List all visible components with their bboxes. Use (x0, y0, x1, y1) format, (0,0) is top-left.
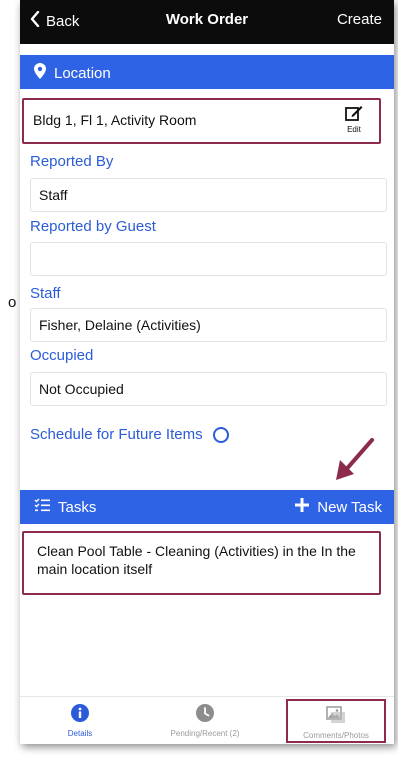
edit-icon (345, 106, 363, 125)
location-row[interactable]: Bldg 1, Fl 1, Activity Room Edit (22, 98, 381, 144)
plus-icon (295, 498, 310, 516)
bottom-tab-bar: Details Pending/Recent (2) Comments/Phot… (20, 696, 394, 744)
occupied-field[interactable]: Not Occupied (30, 372, 387, 406)
occupied-label: Occupied (30, 347, 94, 364)
task-list-icon (34, 498, 50, 516)
schedule-future-label: Schedule for Future Items (30, 426, 203, 443)
chevron-left-icon (30, 10, 40, 31)
staff-value: Fisher, Delaine (Activities) (39, 317, 201, 333)
tab-comments-photos-label: Comments/Photos (303, 731, 369, 740)
tasks-section-header: Tasks New Task (20, 490, 394, 524)
task-list-item[interactable]: Clean Pool Table - Cleaning (Activities)… (22, 531, 381, 595)
staff-label: Staff (30, 285, 61, 302)
clock-icon (196, 704, 214, 727)
reported-by-value: Staff (39, 187, 68, 203)
tab-comments-photos[interactable]: Comments/Photos (286, 699, 386, 743)
edit-location-button[interactable]: Edit (343, 105, 365, 134)
tab-details[interactable]: Details (20, 697, 140, 744)
edit-label: Edit (347, 125, 361, 134)
occupied-value: Not Occupied (39, 381, 124, 397)
annotation-arrow-icon (330, 436, 380, 489)
schedule-future-radio[interactable] (212, 426, 229, 443)
reported-by-guest-field[interactable] (30, 242, 387, 276)
create-button[interactable]: Create (337, 11, 382, 28)
info-icon (71, 704, 89, 727)
navigation-bar: Back Work Order Create (20, 0, 394, 44)
tab-pending-recent-label: Pending/Recent (2) (170, 729, 240, 738)
back-button[interactable]: Back (30, 10, 80, 31)
location-value: Bldg 1, Fl 1, Activity Room (33, 112, 197, 128)
reported-by-field[interactable]: Staff (30, 178, 387, 212)
tab-pending-recent[interactable]: Pending/Recent (2) (145, 697, 265, 744)
back-label: Back (46, 12, 80, 30)
stray-character: o (8, 294, 17, 311)
map-pin-icon (34, 63, 46, 83)
reported-by-guest-label: Reported by Guest (30, 218, 156, 235)
new-task-label: New Task (317, 498, 382, 516)
tab-details-label: Details (67, 729, 93, 738)
new-task-button[interactable]: New Task (295, 498, 382, 516)
photos-icon (326, 706, 346, 729)
schedule-future-row: Schedule for Future Items (30, 426, 229, 443)
tasks-section-label: Tasks (58, 498, 97, 516)
reported-by-label: Reported By (30, 153, 114, 170)
phone-screen: Back Work Order Create Location Bldg 1, … (20, 0, 394, 744)
location-section-label: Location (54, 64, 111, 82)
staff-field[interactable]: Fisher, Delaine (Activities) (30, 308, 387, 342)
location-section-header: Location (20, 55, 394, 89)
task-text: Clean Pool Table - Cleaning (Activities)… (37, 543, 356, 577)
